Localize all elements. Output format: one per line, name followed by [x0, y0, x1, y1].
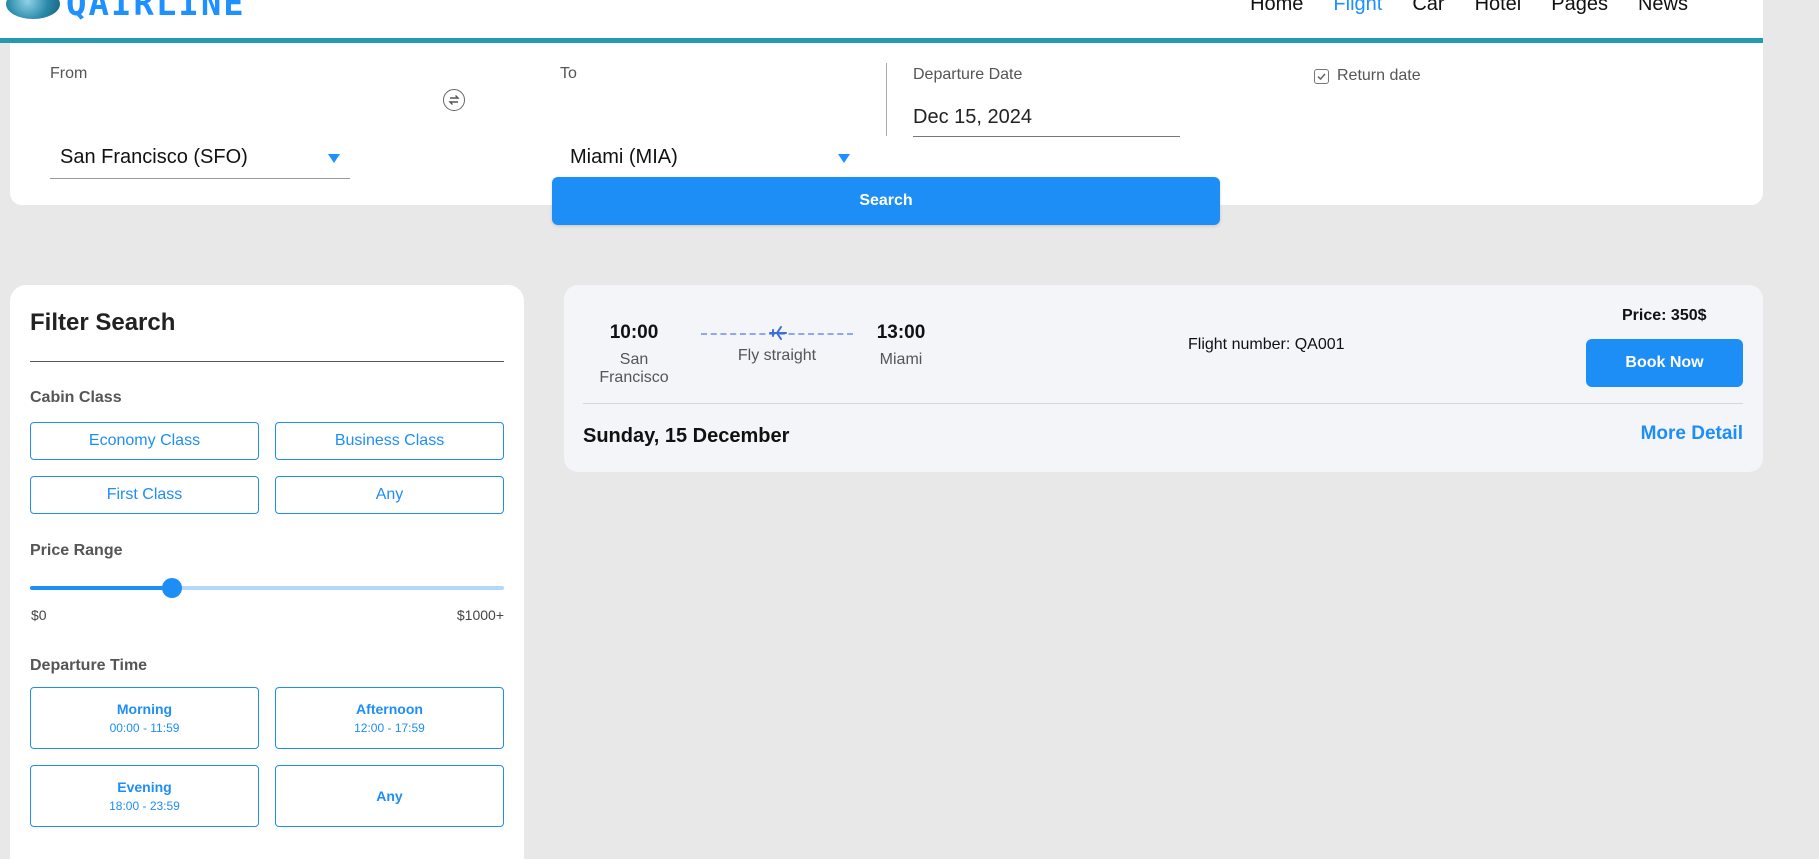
nav-flight[interactable]: Flight — [1318, 0, 1397, 14]
return-date-toggle[interactable]: Return date — [1314, 67, 1421, 85]
more-detail-link[interactable]: More Detail — [1641, 423, 1743, 445]
cabin-business-button[interactable]: Business Class — [275, 422, 504, 460]
nav-news[interactable]: News — [1623, 0, 1703, 14]
book-now-button[interactable]: Book Now — [1586, 339, 1743, 387]
departure-date-label: Departure Date — [913, 66, 1023, 83]
to-select[interactable]: Miami (MIA) — [560, 137, 860, 179]
price-range-slider[interactable] — [30, 578, 504, 598]
time-morning-range: 00:00 - 11:59 — [109, 721, 180, 735]
field-divider — [886, 63, 887, 136]
price-range-label: Price Range — [30, 542, 123, 559]
flight-date: Sunday, 15 December — [583, 425, 790, 447]
logo[interactable]: QAIRLINE — [6, 0, 246, 22]
arrive-time: 13:00 — [876, 322, 926, 343]
nav-hotel[interactable]: Hotel — [1460, 0, 1537, 14]
nav-pages[interactable]: Pages — [1536, 0, 1623, 14]
arrive-city: Miami — [879, 351, 923, 368]
top-header: QAIRLINE Home Flight Car Hotel Pages New… — [0, 0, 1763, 43]
card-divider — [583, 403, 1743, 404]
filter-title: Filter Search — [30, 309, 176, 336]
from-select[interactable]: San Francisco (SFO) — [50, 137, 350, 179]
depart-time: 10:00 — [609, 322, 659, 343]
price-max-label: $1000+ — [456, 607, 504, 623]
flight-result-card: 10:00 San Francisco Fly straight 13:00 M… — [564, 285, 1763, 472]
nav-car[interactable]: Car — [1397, 0, 1459, 14]
cabin-economy-button[interactable]: Economy Class — [30, 422, 259, 460]
dropdown-caret-icon — [328, 154, 340, 163]
time-evening-name: Evening — [117, 779, 172, 795]
nav-home[interactable]: Home — [1235, 0, 1318, 14]
main-nav: Home Flight Car Hotel Pages News — [1235, 0, 1703, 14]
airplane-icon — [769, 326, 787, 340]
return-date-checkbox[interactable] — [1314, 68, 1329, 84]
route-type-label: Fly straight — [737, 347, 817, 364]
cabin-first-button[interactable]: First Class — [30, 476, 259, 514]
time-afternoon-name: Afternoon — [356, 701, 423, 717]
to-label: To — [560, 65, 577, 82]
departure-time-label: Departure Time — [30, 657, 148, 674]
price-slider-fill — [30, 586, 173, 590]
from-label: From — [50, 65, 88, 82]
time-afternoon-range: 12:00 - 17:59 — [354, 721, 425, 735]
logo-globe-icon — [6, 0, 60, 19]
price-min-label: $0 — [31, 607, 47, 623]
depart-city: San Francisco — [599, 351, 669, 386]
flight-price: Price: 350$ — [1622, 307, 1707, 324]
search-button[interactable]: Search — [552, 177, 1220, 225]
flight-number: Flight number: QA001 — [1188, 336, 1345, 353]
time-evening-range: 18:00 - 23:59 — [109, 799, 180, 813]
departure-date-input[interactable]: Dec 15, 2024 — [913, 99, 1180, 137]
time-evening-button[interactable]: Evening 18:00 - 23:59 — [30, 765, 259, 827]
time-any-button[interactable]: Any — [275, 765, 504, 827]
cabin-any-button[interactable]: Any — [275, 476, 504, 514]
time-afternoon-button[interactable]: Afternoon 12:00 - 17:59 — [275, 687, 504, 749]
time-any-name: Any — [376, 788, 403, 804]
swap-airports-icon[interactable] — [443, 89, 465, 111]
from-value: San Francisco (SFO) — [60, 146, 248, 168]
dropdown-caret-icon — [838, 154, 850, 163]
return-date-label: Return date — [1337, 67, 1421, 84]
cabin-class-label: Cabin Class — [30, 389, 122, 406]
check-icon — [1317, 72, 1326, 80]
time-morning-name: Morning — [116, 701, 173, 717]
filter-panel: Filter Search Cabin Class Economy Class … — [10, 285, 524, 859]
to-value: Miami (MIA) — [570, 146, 678, 168]
price-slider-thumb[interactable] — [162, 578, 183, 598]
logo-text: QAIRLINE — [66, 0, 246, 24]
filter-divider — [30, 361, 504, 362]
time-morning-button[interactable]: Morning 00:00 - 11:59 — [30, 687, 259, 749]
